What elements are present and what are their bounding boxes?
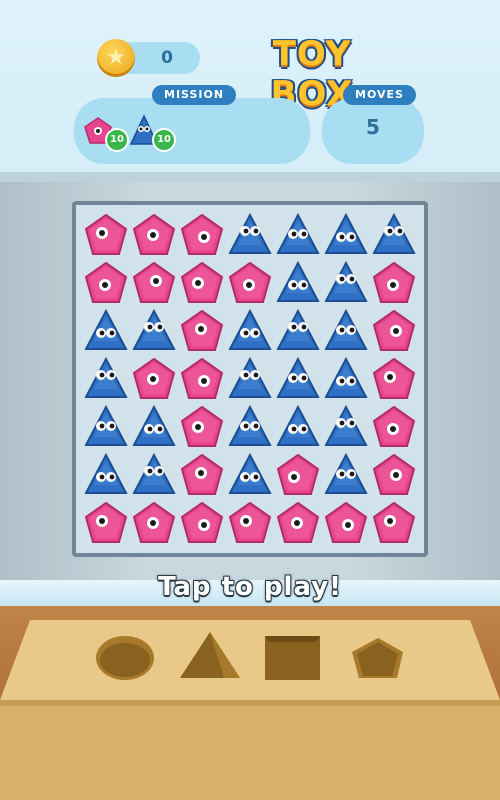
board-piece-triangle[interactable] (130, 307, 178, 355)
board-piece-triangle[interactable] (226, 355, 274, 403)
moves-label: MOVES (343, 85, 416, 105)
board-piece-pentagon[interactable] (130, 499, 178, 547)
board-piece-triangle[interactable] (226, 211, 274, 259)
square-hole (265, 636, 320, 680)
board-piece-triangle[interactable] (322, 451, 370, 499)
board-piece-triangle[interactable] (226, 403, 274, 451)
board-piece-triangle[interactable] (370, 211, 418, 259)
board-piece-triangle[interactable] (322, 307, 370, 355)
moves-count: 5 (366, 115, 380, 139)
star-icon: ★ (106, 45, 126, 70)
board-piece-pentagon[interactable] (178, 307, 226, 355)
board-piece-triangle[interactable] (274, 403, 322, 451)
board-piece-pentagon[interactable] (370, 499, 418, 547)
tap-to-play-prompt[interactable]: Tap to play! (0, 572, 500, 602)
board-piece-pentagon[interactable] (370, 451, 418, 499)
board-piece-pentagon[interactable] (226, 499, 274, 547)
board-piece-triangle[interactable] (130, 403, 178, 451)
board-piece-triangle[interactable] (322, 211, 370, 259)
board-piece-triangle[interactable] (274, 259, 322, 307)
board-piece-pentagon[interactable] (178, 211, 226, 259)
board-piece-triangle[interactable] (322, 403, 370, 451)
board-piece-pentagon[interactable] (82, 499, 130, 547)
board-piece-pentagon[interactable] (370, 259, 418, 307)
shape-sorter-box (0, 620, 500, 800)
board-piece-triangle[interactable] (274, 355, 322, 403)
board-piece-pentagon[interactable] (322, 499, 370, 547)
board-piece-pentagon[interactable] (274, 499, 322, 547)
board-piece-pentagon[interactable] (82, 211, 130, 259)
board-piece-pentagon[interactable] (178, 403, 226, 451)
board-piece-triangle[interactable] (82, 307, 130, 355)
board-piece-triangle[interactable] (322, 355, 370, 403)
board-piece-pentagon[interactable] (178, 499, 226, 547)
board-piece-triangle[interactable] (226, 307, 274, 355)
board-piece-triangle[interactable] (82, 403, 130, 451)
board-piece-pentagon[interactable] (370, 355, 418, 403)
board-piece-pentagon[interactable] (178, 451, 226, 499)
board-piece-pentagon[interactable] (370, 307, 418, 355)
board-piece-triangle[interactable] (130, 451, 178, 499)
board-piece-pentagon[interactable] (226, 259, 274, 307)
board-piece-triangle[interactable] (274, 307, 322, 355)
top-bar-shadow (0, 172, 500, 182)
mission-triangle-count: 10 (152, 128, 176, 152)
board-piece-pentagon[interactable] (178, 259, 226, 307)
board-piece-pentagon[interactable] (178, 355, 226, 403)
board-piece-triangle[interactable] (226, 451, 274, 499)
board-piece-triangle[interactable] (322, 259, 370, 307)
board-piece-triangle[interactable] (274, 211, 322, 259)
mission-label: MISSION (152, 85, 237, 105)
mission-pentagon-count: 10 (105, 128, 129, 152)
board-piece-pentagon[interactable] (82, 259, 130, 307)
board-piece-pentagon[interactable] (130, 355, 178, 403)
game-board[interactable] (76, 205, 424, 553)
board-piece-pentagon[interactable] (130, 259, 178, 307)
board-piece-triangle[interactable] (82, 451, 130, 499)
board-piece-pentagon[interactable] (130, 211, 178, 259)
board-piece-pentagon[interactable] (370, 403, 418, 451)
coin-icon: ★ (97, 39, 135, 77)
board-piece-pentagon[interactable] (274, 451, 322, 499)
board-piece-triangle[interactable] (82, 355, 130, 403)
